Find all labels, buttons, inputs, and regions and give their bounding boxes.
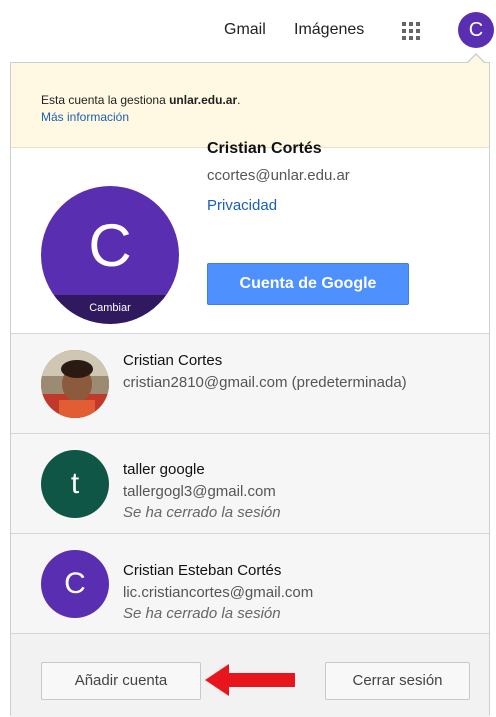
account-list: Cristian Cortes cristian2810@gmail.com (… [11,333,489,633]
add-account-button[interactable]: Añadir cuenta [41,662,201,700]
top-bar: Gmail Imágenes C [0,0,496,62]
apps-grid-icon[interactable] [402,22,420,40]
sign-out-button[interactable]: Cerrar sesión [325,662,470,700]
more-info-link[interactable]: Más información [41,110,129,124]
account-avatar-button[interactable]: C [458,12,494,48]
profile-photo[interactable]: C Cambiar [41,186,179,324]
account-email: cristian2810@gmail.com (predeterminada) [123,374,407,391]
images-link[interactable]: Imágenes [294,21,364,39]
profile-photo-icon [41,350,109,418]
account-avatar: C [41,550,109,618]
account-name: Cristian Cortes [123,352,223,369]
account-email: tallergogl3@gmail.com [123,483,276,500]
change-photo-label[interactable]: Cambiar [41,295,179,324]
profile-photo-image [41,350,109,418]
gmail-link[interactable]: Gmail [224,21,266,39]
notice-domain: unlar.edu.ar [169,93,238,107]
profile-name: Cristian Cortés [207,140,322,157]
account-avatar: t [41,450,109,518]
popup-footer: Añadir cuenta Cerrar sesión [11,633,489,717]
profile-email: ccortes@unlar.edu.ar [207,167,350,184]
account-popup: Esta cuenta la gestiona unlar.edu.ar. Má… [10,62,490,717]
account-status: Se ha cerrado la sesión [123,504,281,521]
popup-pointer-fill [467,55,485,64]
account-email: lic.cristiancortes@gmail.com [123,584,314,601]
account-item[interactable]: C Cristian Esteban Cortés lic.cristianco… [11,533,489,633]
privacy-link[interactable]: Privacidad [207,197,277,214]
account-name: Cristian Esteban Cortés [123,562,282,579]
profile-avatar-letter: C [88,212,132,279]
red-arrow-icon [205,664,295,696]
account-item[interactable]: Cristian Cortes cristian2810@gmail.com (… [11,333,489,433]
google-account-button[interactable]: Cuenta de Google [207,263,409,305]
account-name: taller google [123,461,205,478]
notice-text: Esta cuenta la gestiona unlar.edu.ar. [41,93,241,107]
managed-account-notice: Esta cuenta la gestiona unlar.edu.ar. Má… [11,63,489,148]
account-status: Se ha cerrado la sesión [123,605,281,622]
account-item[interactable]: t taller google tallergogl3@gmail.com Se… [11,433,489,533]
